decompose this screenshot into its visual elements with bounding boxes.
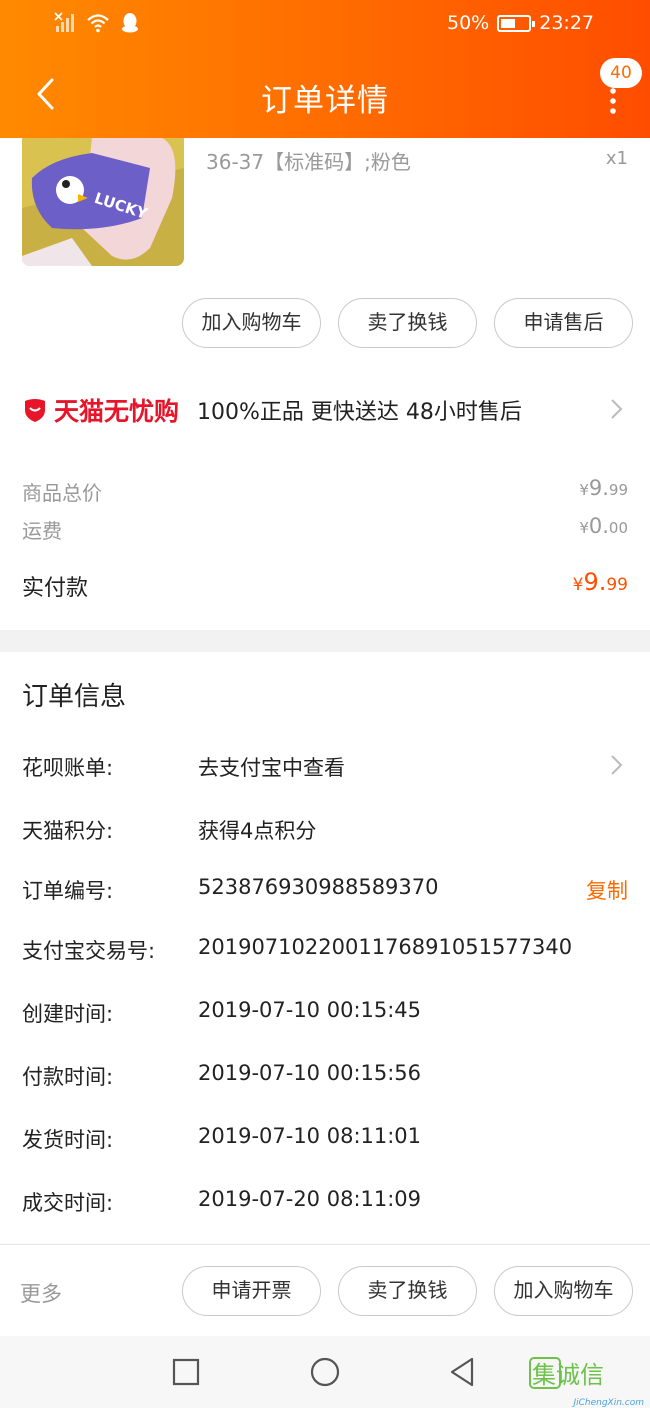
info-value: 2019-07-10 00:15:45 [198,998,422,1022]
site-watermark: 集诚信 JiChengXin.com [528,1356,644,1408]
info-label: 订单编号: [22,879,114,903]
circle-icon [310,1357,340,1387]
page-title: 订单详情 [261,83,389,119]
watermark-logo-text: 集诚信 [532,1361,604,1389]
info-value: 523876930988589370 [198,875,439,899]
no-sim-icon [54,12,74,32]
qq-icon [122,13,138,33]
add-to-cart-button-bottom[interactable]: 加入购物车 [494,1266,633,1316]
more-actions-button[interactable]: 更多 [20,1278,62,1308]
recent-apps-button[interactable] [168,1354,204,1390]
triangle-back-icon [450,1357,474,1387]
wifi-icon [87,14,109,33]
assurance-text: 100%正品 更快送达 48小时售后 [197,400,522,425]
info-label: 创建时间: [22,1002,114,1026]
info-value: 2019-07-10 00:15:56 [198,1061,422,1085]
clock: 23:27 [539,12,594,34]
paid-value: ¥9.99 [572,568,628,596]
info-value: 2019-07-20 08:11:09 [198,1187,422,1211]
battery-icon [497,14,536,32]
sell-for-cash-button[interactable]: 卖了换钱 [338,298,477,348]
add-to-cart-button[interactable]: 加入购物车 [182,298,321,348]
message-count-badge[interactable]: 40 [600,58,642,88]
battery-percent: 50% [447,12,490,34]
info-label: 付款时间: [22,1065,114,1089]
more-menu-button[interactable] [606,88,620,114]
product-sku: 36-37【标准码】;粉色 [206,150,411,174]
request-invoice-button[interactable]: 申请开票 [182,1266,321,1316]
info-value: 2019-07-10 08:11:01 [198,1124,422,1148]
tmall-brand-text: 天猫无忧购 [54,397,180,426]
tmall-assurance-row[interactable]: 天猫无忧购 100%正品 更快送达 48小时售后 [22,388,628,432]
info-row-shipped-time: 发货时间: 2019-07-10 08:11:01 [22,1124,628,1164]
copy-order-number-button[interactable]: 复制 [586,875,628,905]
info-row-order-number: 订单编号: 523876930988589370 复制 [22,875,628,915]
product-thumbnail[interactable]: LUCKY [22,138,184,266]
square-icon [172,1358,200,1386]
bottom-divider [0,1244,650,1245]
section-divider [0,630,650,652]
info-label: 天猫积分: [22,819,114,843]
status-icons-right: 50% 23:27 [447,12,594,34]
watermark-logo: 集诚信 [529,1357,604,1389]
sell-for-cash-button-bottom[interactable]: 卖了换钱 [338,1266,477,1316]
info-value: 去支付宝中查看 [198,756,345,780]
info-row-huabei[interactable]: 花呗账单: 去支付宝中查看 [22,752,628,792]
shipping-value: ¥0.00 [579,514,628,538]
request-after-sales-button[interactable]: 申请售后 [494,298,633,348]
tmall-shield-icon [25,399,45,422]
status-icons-left [54,12,140,34]
chevron-right-icon [611,755,623,775]
watermark-site-text: JiChengXin.com [573,1398,644,1408]
tmall-assurance-logo: 天猫无忧购 [22,392,179,428]
info-value: 获得4点积分 [198,819,317,843]
info-row-created-time: 创建时间: 2019-07-10 00:15:45 [22,998,628,1038]
chevron-right-icon [611,399,623,419]
more-vertical-icon [610,88,616,114]
info-row-paid-time: 付款时间: 2019-07-10 00:15:56 [22,1061,628,1101]
app-header: 50% 23:27 订单详情 40 [0,0,650,138]
order-info-title: 订单信息 [22,682,127,712]
product-quantity: x1 [605,148,628,169]
info-value: 2019071022001176891051577340 [198,935,573,959]
info-row-completed-time: 成交时间: 2019-07-20 08:11:09 [22,1187,628,1227]
paid-label: 实付款 [22,576,89,601]
home-button[interactable] [307,1354,343,1390]
info-row-alipay-trade: 支付宝交易号: 2019071022001176891051577340 [22,935,628,975]
info-label: 成交时间: [22,1191,114,1215]
shipping-label: 运费 [22,519,62,543]
status-bar: 50% 23:27 [0,0,650,52]
info-row-points: 天猫积分: 获得4点积分 [22,815,628,855]
system-back-button[interactable] [444,1354,480,1390]
goods-total-label: 商品总价 [22,481,102,505]
info-label: 支付宝交易号: [22,939,156,963]
goods-total-value: ¥9.99 [579,476,628,500]
info-label: 花呗账单: [22,756,114,780]
info-label: 发货时间: [22,1128,114,1152]
